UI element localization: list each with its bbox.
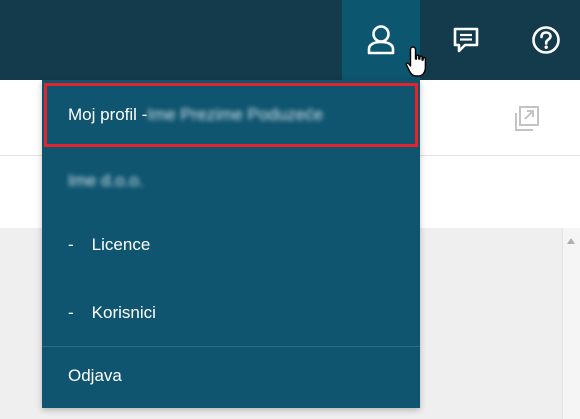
chat-icon bbox=[453, 27, 479, 53]
korisnici-label: Korisnici bbox=[91, 303, 156, 322]
my-profile-item[interactable]: Moj profil - Ime Prezime Poduzeće bbox=[44, 83, 418, 147]
licence-dash: - bbox=[68, 235, 74, 254]
licence-item[interactable]: - Licence bbox=[42, 214, 420, 276]
hand-cursor-icon bbox=[405, 46, 427, 77]
open-external-icon[interactable] bbox=[512, 104, 542, 134]
help-icon bbox=[532, 26, 560, 54]
logout-label: Odjava bbox=[68, 366, 122, 385]
help-button[interactable] bbox=[516, 0, 576, 80]
company-item[interactable]: Ime d.o.o. bbox=[42, 152, 420, 210]
menu-divider bbox=[42, 346, 420, 347]
licence-label: Licence bbox=[91, 235, 151, 254]
user-dropdown-menu: Moj profil - Ime Prezime Poduzeće Ime d.… bbox=[42, 80, 420, 408]
company-name-redacted: Ime d.o.o. bbox=[68, 171, 144, 190]
korisnici-item[interactable]: - Korisnici bbox=[42, 282, 420, 344]
scroll-up-arrow-icon[interactable] bbox=[567, 238, 575, 244]
logout-item[interactable]: Odjava bbox=[42, 348, 420, 404]
korisnici-dash: - bbox=[68, 303, 74, 322]
vertical-scrollbar[interactable] bbox=[562, 228, 580, 419]
my-profile-label: Moj profil - bbox=[68, 105, 148, 124]
messages-button[interactable] bbox=[436, 0, 496, 80]
top-navigation-bar bbox=[0, 0, 580, 80]
user-icon bbox=[367, 25, 395, 55]
profile-name-redacted: Ime Prezime Poduzeće bbox=[147, 105, 324, 124]
